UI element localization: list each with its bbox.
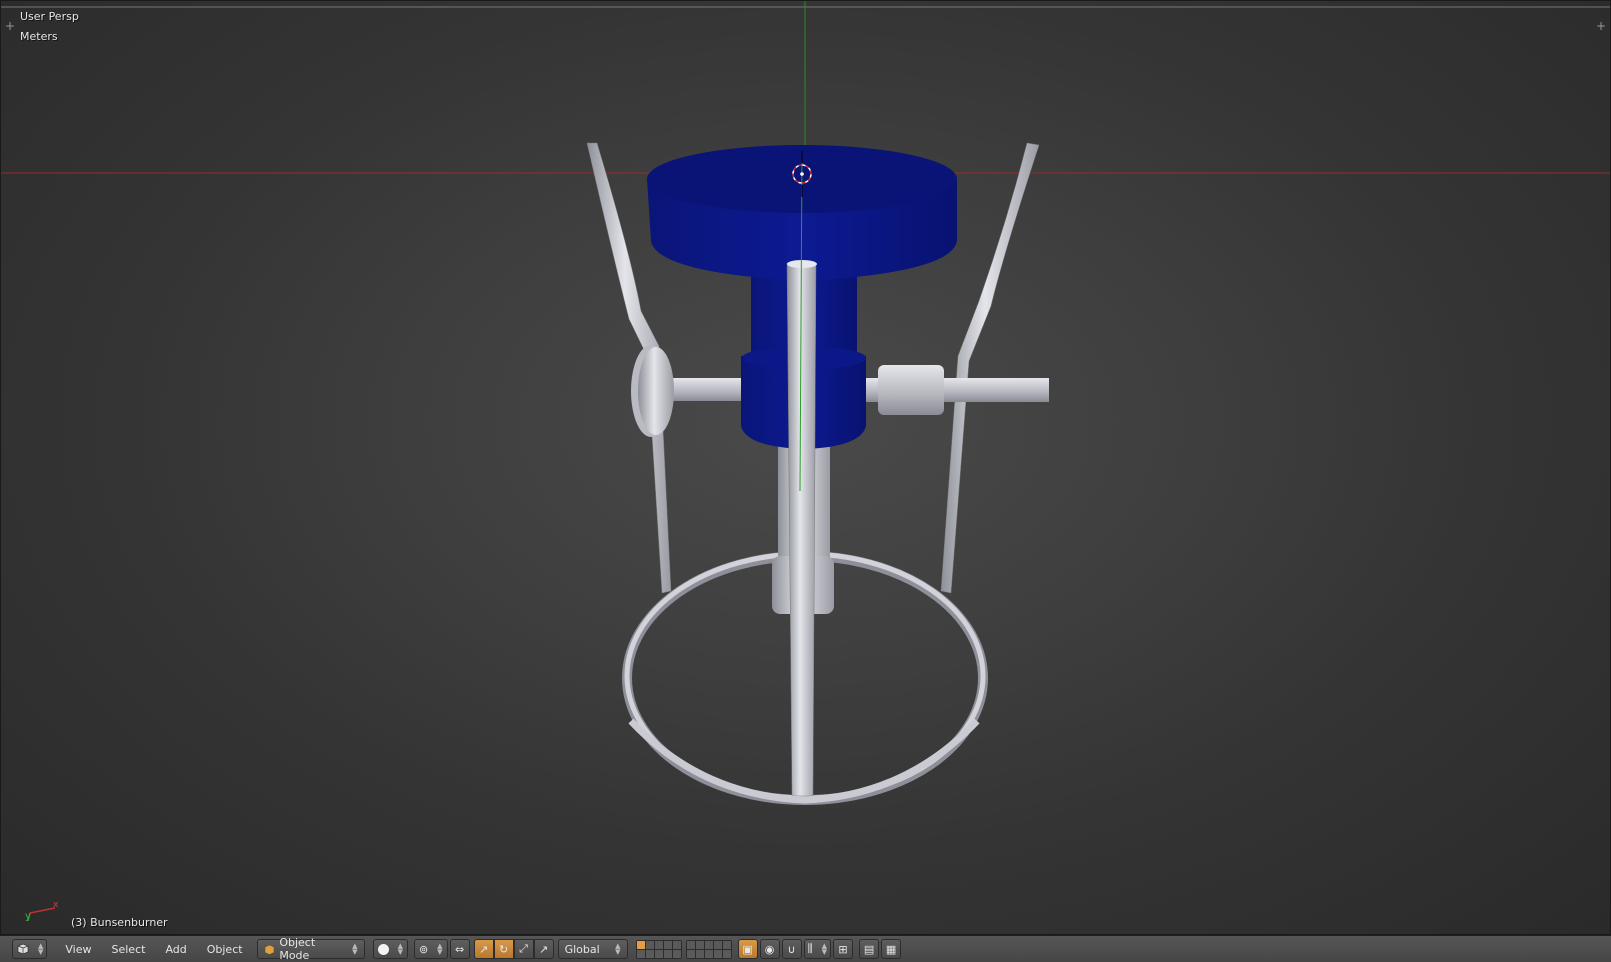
pivot-point-icon: ⊚ — [418, 942, 429, 956]
scene-canvas[interactable]: x y — [1, 1, 1611, 935]
translate-manipulator-button[interactable]: ↗ — [473, 939, 494, 959]
dropdown-arrows-icon: ▲ ▼ — [615, 942, 621, 956]
lock-icon: ▣ — [742, 942, 753, 956]
snap-element-dropdown[interactable]: ⫼ ▲ ▼ — [803, 939, 832, 959]
camera-icon: ▤ — [863, 942, 875, 956]
manipulator-icon: ⇔ — [454, 942, 465, 956]
snap-element-icon: ⫼ — [807, 942, 813, 955]
menu-add[interactable]: Add — [155, 943, 196, 956]
snap-target-icon: ⊞ — [838, 942, 848, 956]
render-opengl-button[interactable]: ▤ — [859, 939, 880, 959]
gizmo-x-label: x — [53, 900, 59, 910]
mode-label: Object Mode — [279, 936, 316, 962]
snap-target-button[interactable]: ⊞ — [833, 939, 854, 959]
menu-view[interactable]: View — [55, 943, 101, 956]
translate-icon: ↗ — [478, 942, 489, 956]
active-object-label: (3) Bunsenburner — [71, 916, 168, 929]
front-pole-cap — [787, 260, 817, 268]
3d-view-icon — [17, 943, 29, 955]
manipulator-toggle-button[interactable]: ⇔ — [449, 939, 470, 959]
3d-viewport[interactable]: User Persp Meters + + x y (3) Bunsenburn… — [0, 0, 1611, 935]
rotate-manipulator-button[interactable]: ↻ — [493, 939, 514, 959]
scale-alt-icon: ↗ — [538, 942, 549, 956]
scale-icon: ⤢ — [519, 942, 528, 955]
pivot-point-dropdown[interactable]: ⊚ ▲ ▼ — [413, 939, 448, 959]
lock-camera-button[interactable]: ▣ — [737, 939, 758, 959]
layers-grid-a[interactable] — [635, 939, 682, 959]
dropdown-arrows-icon: ▲ ▼ — [437, 942, 443, 956]
proportional-edit-icon: ◉ — [764, 942, 775, 956]
gizmo-y-label: y — [25, 911, 31, 922]
axis-gizmo: x y — [25, 900, 59, 922]
dropdown-arrows-icon: ▲ ▼ — [397, 942, 403, 956]
layers-grid-b[interactable] — [685, 939, 732, 959]
render-animation-button[interactable]: ▦ — [881, 939, 902, 959]
editor-type-button[interactable]: ▲ ▼ — [12, 939, 48, 959]
scale-manipulator-button[interactable]: ⤢ — [513, 939, 534, 959]
clapper-icon: ▦ — [885, 942, 897, 956]
object-cube-icon — [264, 944, 274, 955]
orientation-label: Global — [564, 942, 600, 956]
dropdown-arrows-icon: ▲ ▼ — [38, 942, 44, 956]
rotate-icon: ↻ — [498, 942, 509, 956]
right-knob — [878, 365, 944, 415]
dropdown-arrows-icon: ▲ ▼ — [352, 942, 358, 956]
front-pole — [786, 262, 817, 797]
mode-dropdown[interactable]: Object Mode ▲ ▼ — [256, 936, 365, 962]
transform-orientation-dropdown[interactable]: Global ▲ ▼ — [557, 939, 628, 959]
snap-toggle-button[interactable]: ∪ — [781, 939, 802, 959]
menu-select[interactable]: Select — [102, 943, 156, 956]
proportional-edit-button[interactable]: ◉ — [759, 939, 780, 959]
scale-alt-manipulator-button[interactable]: ↗ — [533, 939, 554, 959]
solid-shading-icon — [377, 943, 389, 955]
magnet-icon: ∪ — [787, 942, 796, 956]
viewport-shading-dropdown[interactable]: ▲ ▼ — [372, 939, 408, 959]
menu-object[interactable]: Object — [197, 943, 253, 956]
3d-view-header: ▲ ▼ View Select Add Object Object Mode ▲ ▼… — [0, 935, 1611, 962]
dropdown-arrows-icon: ▲ ▼ — [821, 942, 828, 956]
left-knob-face — [638, 347, 674, 435]
